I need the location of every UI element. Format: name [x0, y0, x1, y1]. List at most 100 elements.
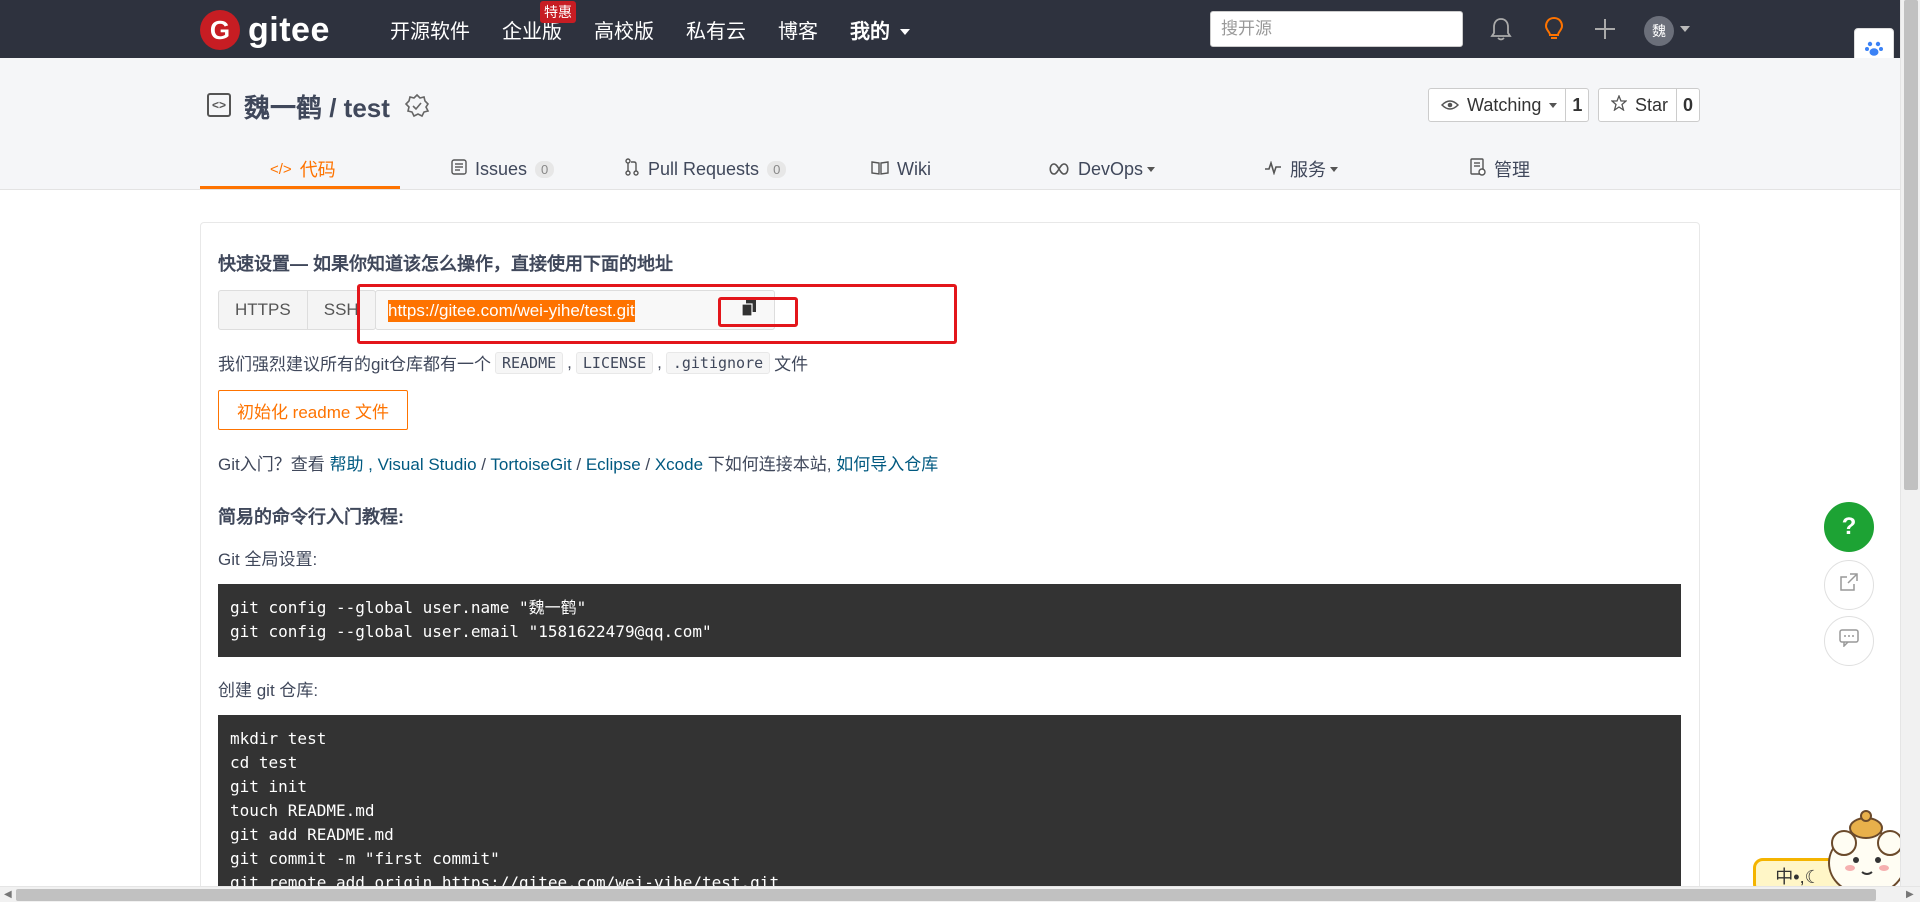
- eye-icon: [1440, 95, 1460, 116]
- tab-issues[interactable]: Issues 0: [451, 148, 555, 190]
- gitee-logo[interactable]: G gitee: [200, 10, 330, 50]
- repo-code-icon: <>: [207, 93, 231, 117]
- nav-enterprise[interactable]: 企业版 特惠: [502, 0, 576, 44]
- gitee-logo-mark: G: [200, 10, 240, 50]
- code-icon: </>: [270, 160, 292, 178]
- chevron-down-icon: [899, 29, 910, 36]
- plus-icon[interactable]: [1590, 14, 1620, 44]
- gitee-logo-text: gitee: [248, 10, 330, 49]
- chevron-down-icon: [1549, 102, 1558, 108]
- search-input[interactable]: [1210, 11, 1463, 47]
- global-setup-title: Git 全局设置:: [218, 550, 318, 569]
- tab-issues-label: Issues: [475, 158, 528, 179]
- nav-mine-label: 我的: [850, 20, 890, 43]
- avatar[interactable]: 魏: [1644, 16, 1674, 46]
- repo-title[interactable]: 魏一鹤 / test: [244, 88, 390, 125]
- recommend-suffix: 文件: [774, 355, 809, 374]
- create-repo-title: 创建 git 仓库:: [218, 681, 319, 700]
- protocol-switch: HTTPS SSH: [218, 290, 376, 330]
- star-count[interactable]: 0: [1676, 89, 1699, 121]
- manage-icon: [1470, 157, 1486, 181]
- visual-studio-link[interactable]: Visual Studio: [378, 455, 477, 474]
- create-repo-code: mkdir test cd test git init touch README…: [218, 715, 1681, 886]
- top-navbar: G gitee 开源软件 企业版 特惠 高校版 私有云 博客 我的 魏: [0, 0, 1900, 58]
- tab-devops-label: DevOps: [1078, 158, 1144, 179]
- watch-count[interactable]: 1: [1565, 89, 1588, 121]
- nav-mine-dropdown[interactable]: 我的: [850, 15, 910, 44]
- active-tab-indicator: [200, 186, 400, 189]
- nav-blog[interactable]: 博客: [778, 15, 818, 44]
- help-link[interactable]: 帮助: [329, 455, 363, 474]
- badge-icon[interactable]: [404, 93, 430, 119]
- nav-private-cloud[interactable]: 私有云: [686, 15, 746, 44]
- repo-header: <> 魏一鹤 / test Watching 1 Star 0 </> 代码 I…: [0, 58, 1900, 190]
- recommend-text: 我们强烈建议所有的git仓库都有一个: [218, 355, 491, 374]
- tab-service-label: 服务: [1290, 160, 1326, 180]
- tab-devops[interactable]: DevOps: [1048, 148, 1156, 190]
- scroll-right-icon[interactable]: ▶: [1906, 889, 1914, 900]
- vertical-scrollbar[interactable]: [1900, 0, 1920, 886]
- chevron-down-icon[interactable]: [1680, 26, 1690, 32]
- promo-badge: 特惠: [540, 0, 576, 23]
- lightbulb-icon[interactable]: [1539, 14, 1569, 44]
- tab-wiki-label: Wiki: [897, 158, 931, 179]
- help-prefix: Git入门？查看: [218, 455, 330, 474]
- sheep-mascot-icon[interactable]: [1822, 788, 1912, 900]
- tab-pull-requests-label: Pull Requests: [648, 158, 760, 179]
- xcode-link[interactable]: Xcode: [655, 455, 703, 474]
- share-button[interactable]: [1824, 560, 1874, 610]
- star-icon: [1610, 93, 1628, 116]
- nav-education[interactable]: 高校版: [594, 15, 654, 44]
- tab-code[interactable]: </> 代码: [270, 148, 336, 190]
- tab-manage[interactable]: 管理: [1470, 148, 1530, 190]
- git-help-line: Git入门？查看 帮助 , Visual Studio / TortoiseGi…: [218, 450, 938, 475]
- import-repo-link[interactable]: 如何导入仓库: [836, 455, 938, 474]
- tab-pull-requests[interactable]: Pull Requests 0: [624, 148, 787, 190]
- watch-button[interactable]: Watching 1: [1428, 88, 1590, 122]
- devops-icon: [1048, 159, 1070, 180]
- help-button[interactable]: ?: [1824, 502, 1874, 552]
- issues-icon: [451, 158, 467, 180]
- help-sep-1: /: [476, 455, 491, 474]
- wiki-icon: [871, 159, 889, 180]
- nav-open-source[interactable]: 开源软件: [390, 15, 470, 44]
- tab-service[interactable]: 服务: [1264, 148, 1338, 190]
- chevron-down-icon: [1330, 166, 1338, 172]
- cli-tutorial-title: 简易的命令行入门教程:: [218, 507, 404, 527]
- chat-icon: [1839, 629, 1859, 653]
- quick-setup-title: 快速设置— 如果你知道该怎么操作，直接使用下面的地址: [218, 254, 673, 274]
- tab-code-label: 代码: [299, 160, 336, 180]
- annotation-highlight-copy: [718, 297, 798, 327]
- help-comma: ,: [363, 455, 378, 474]
- recommend-files-line: 我们强烈建议所有的git仓库都有一个 README, LICENSE, .git…: [218, 350, 808, 375]
- init-readme-button[interactable]: 初始化 readme 文件: [218, 390, 408, 430]
- bell-icon[interactable]: [1486, 14, 1516, 44]
- chevron-down-icon: [1147, 166, 1156, 172]
- annotation-highlight-url: [357, 284, 957, 344]
- readme-chip: README: [494, 351, 564, 374]
- tab-manage-label: 管理: [1494, 160, 1530, 180]
- protocol-https-button[interactable]: HTTPS: [219, 291, 307, 329]
- help-sep-2: /: [571, 455, 586, 474]
- star-label: Star: [1635, 94, 1669, 115]
- gitignore-chip: .gitignore: [665, 351, 771, 374]
- watch-label: Watching: [1467, 94, 1542, 115]
- horizontal-scrollbar[interactable]: ◀ ▶: [0, 886, 1920, 902]
- share-icon: [1839, 572, 1859, 598]
- issues-count: 0: [535, 160, 555, 178]
- feedback-button[interactable]: [1824, 616, 1874, 666]
- help-sep-3: /: [640, 455, 655, 474]
- tortoisegit-link[interactable]: TortoiseGit: [490, 455, 571, 474]
- eclipse-link[interactable]: Eclipse: [586, 455, 641, 474]
- service-icon: [1264, 159, 1282, 180]
- star-button[interactable]: Star 0: [1598, 88, 1701, 122]
- main-nav: 开源软件 企业版 特惠 高校版 私有云 博客 我的: [390, 0, 942, 58]
- horizontal-scroll-thumb[interactable]: [16, 889, 1876, 901]
- license-chip: LICENSE: [575, 351, 654, 374]
- pull-request-icon: [624, 157, 640, 181]
- scroll-left-icon[interactable]: ◀: [4, 889, 12, 900]
- vertical-scroll-thumb[interactable]: [1904, 0, 1918, 490]
- pull-requests-count: 0: [767, 160, 787, 178]
- nav-enterprise-label: 企业版: [502, 20, 562, 43]
- tab-wiki[interactable]: Wiki: [871, 148, 931, 190]
